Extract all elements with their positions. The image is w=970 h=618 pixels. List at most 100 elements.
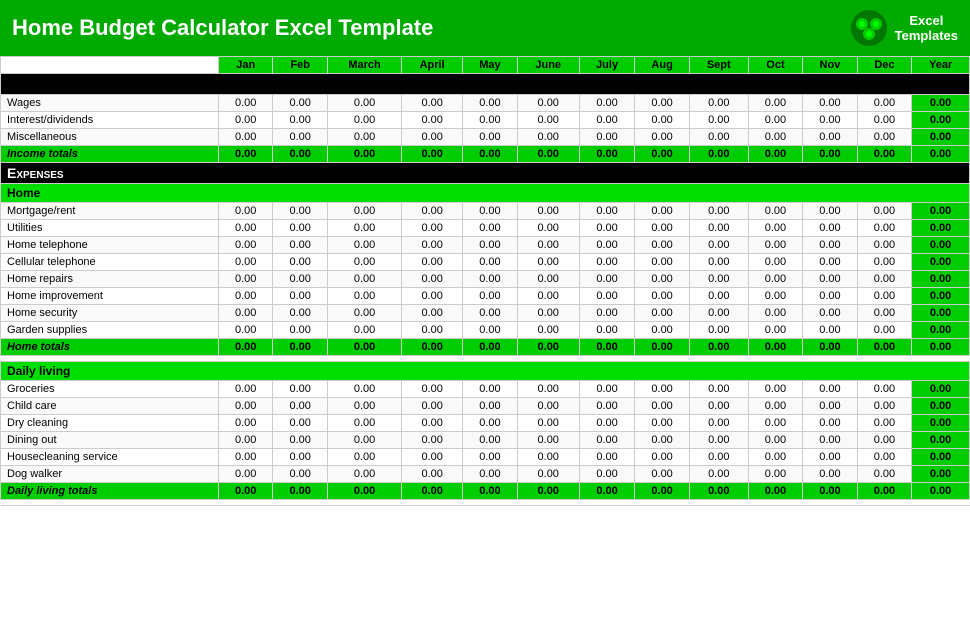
misc-oct[interactable]: 0.00	[748, 129, 803, 146]
wages-sep[interactable]: 0.00	[689, 95, 748, 112]
utilities-row: Utilities 0.000.000.000.000.000.000.000.…	[1, 220, 970, 237]
income-totals-apr: 0.00	[402, 146, 463, 163]
wages-aug[interactable]: 0.00	[635, 95, 690, 112]
header-dec: Dec	[857, 57, 912, 74]
home-repairs-row: Home repairs 0.000.000.000.000.000.000.0…	[1, 271, 970, 288]
budget-table: Jan Feb March April May June July Aug Se…	[0, 56, 970, 506]
groceries-row: Groceries 0.000.000.000.000.000.000.000.…	[1, 381, 970, 398]
header-apr: April	[402, 57, 463, 74]
interest-may[interactable]: 0.00	[463, 112, 518, 129]
header-sep: Sept	[689, 57, 748, 74]
title-bar: Home Budget Calculator Excel Template Ex…	[0, 0, 970, 56]
interest-jan[interactable]: 0.00	[218, 112, 273, 129]
wages-dec[interactable]: 0.00	[857, 95, 912, 112]
wages-jun[interactable]: 0.00	[517, 95, 579, 112]
interest-mar[interactable]: 0.00	[327, 112, 401, 129]
childcare-label: Child care	[1, 398, 219, 415]
utilities-label: Utilities	[1, 220, 219, 237]
home-subsection-header: Home	[1, 184, 970, 203]
misc-dec[interactable]: 0.00	[857, 129, 912, 146]
label-header	[1, 57, 219, 74]
header-mar: March	[327, 57, 401, 74]
header-aug: Aug	[635, 57, 690, 74]
header-feb: Feb	[273, 57, 328, 74]
misc-jul[interactable]: 0.00	[579, 129, 635, 146]
interest-jul[interactable]: 0.00	[579, 112, 635, 129]
misc-year: 0.00	[912, 129, 970, 146]
misc-row: Miscellaneous 0.00 0.00 0.00 0.00 0.00 0…	[1, 129, 970, 146]
home-label: Home	[1, 184, 970, 203]
misc-jun[interactable]: 0.00	[517, 129, 579, 146]
interest-year: 0.00	[912, 112, 970, 129]
dining-row: Dining out 0.000.000.000.000.000.000.000…	[1, 432, 970, 449]
groceries-label: Groceries	[1, 381, 219, 398]
logo-line1: Excel	[895, 13, 958, 28]
interest-row: Interest/dividends 0.00 0.00 0.00 0.00 0…	[1, 112, 970, 129]
interest-oct[interactable]: 0.00	[748, 112, 803, 129]
wages-jul[interactable]: 0.00	[579, 95, 635, 112]
wages-row: Wages 0.00 0.00 0.00 0.00 0.00 0.00 0.00…	[1, 95, 970, 112]
page-title: Home Budget Calculator Excel Template	[12, 15, 433, 41]
income-totals-may: 0.00	[463, 146, 518, 163]
home-telephone-label: Home telephone	[1, 237, 219, 254]
income-totals-mar: 0.00	[327, 146, 401, 163]
header-jun: June	[517, 57, 579, 74]
cellular-label: Cellular telephone	[1, 254, 219, 271]
wages-mar[interactable]: 0.00	[327, 95, 401, 112]
wages-apr[interactable]: 0.00	[402, 95, 463, 112]
misc-feb[interactable]: 0.00	[273, 129, 328, 146]
income-totals-jun: 0.00	[517, 146, 579, 163]
daily-totals-row: Daily living totals 0.000.000.000.000.00…	[1, 483, 970, 500]
cellular-row: Cellular telephone 0.000.000.000.000.000…	[1, 254, 970, 271]
interest-feb[interactable]: 0.00	[273, 112, 328, 129]
wages-jan[interactable]: 0.00	[218, 95, 273, 112]
header-may: May	[463, 57, 518, 74]
expenses-label: Expenses	[1, 163, 970, 184]
home-repairs-label: Home repairs	[1, 271, 219, 288]
interest-sep[interactable]: 0.00	[689, 112, 748, 129]
home-telephone-row: Home telephone 0.000.000.000.000.000.000…	[1, 237, 970, 254]
childcare-row: Child care 0.000.000.000.000.000.000.000…	[1, 398, 970, 415]
home-totals-row: Home totals 0.000.000.000.000.000.000.00…	[1, 339, 970, 356]
dogwalker-label: Dog walker	[1, 466, 219, 483]
income-totals-dec: 0.00	[857, 146, 912, 163]
mortgage-row: Mortgage/rent 0.000.000.000.000.000.000.…	[1, 203, 970, 220]
logo-line2: Templates	[895, 28, 958, 43]
wages-oct[interactable]: 0.00	[748, 95, 803, 112]
mortgage-label: Mortgage/rent	[1, 203, 219, 220]
wages-feb[interactable]: 0.00	[273, 95, 328, 112]
dining-label: Dining out	[1, 432, 219, 449]
header-year: Year	[912, 57, 970, 74]
income-totals-aug: 0.00	[635, 146, 690, 163]
income-totals-oct: 0.00	[748, 146, 803, 163]
logo-area: Excel Templates	[849, 8, 958, 48]
income-totals-label: Income totals	[1, 146, 219, 163]
income-section-header: Income	[1, 74, 970, 95]
misc-nov[interactable]: 0.00	[803, 129, 858, 146]
interest-nov[interactable]: 0.00	[803, 112, 858, 129]
interest-dec[interactable]: 0.00	[857, 112, 912, 129]
misc-may[interactable]: 0.00	[463, 129, 518, 146]
misc-mar[interactable]: 0.00	[327, 129, 401, 146]
spacer2	[1, 500, 970, 506]
income-totals-sep: 0.00	[689, 146, 748, 163]
wages-may[interactable]: 0.00	[463, 95, 518, 112]
interest-apr[interactable]: 0.00	[402, 112, 463, 129]
housecleaning-label: Housecleaning service	[1, 449, 219, 466]
misc-apr[interactable]: 0.00	[402, 129, 463, 146]
income-totals-jan: 0.00	[218, 146, 273, 163]
interest-jun[interactable]: 0.00	[517, 112, 579, 129]
misc-aug[interactable]: 0.00	[635, 129, 690, 146]
wages-nov[interactable]: 0.00	[803, 95, 858, 112]
income-totals-nov: 0.00	[803, 146, 858, 163]
home-totals-label: Home totals	[1, 339, 219, 356]
misc-sep[interactable]: 0.00	[689, 129, 748, 146]
header-jan: Jan	[218, 57, 273, 74]
expenses-section-header: Expenses	[1, 163, 970, 184]
garden-row: Garden supplies 0.000.000.000.000.000.00…	[1, 322, 970, 339]
excel-logo-icon	[849, 8, 889, 48]
income-totals-jul: 0.00	[579, 146, 635, 163]
interest-aug[interactable]: 0.00	[635, 112, 690, 129]
misc-jan[interactable]: 0.00	[218, 129, 273, 146]
dogwalker-row: Dog walker 0.000.000.000.000.000.000.000…	[1, 466, 970, 483]
